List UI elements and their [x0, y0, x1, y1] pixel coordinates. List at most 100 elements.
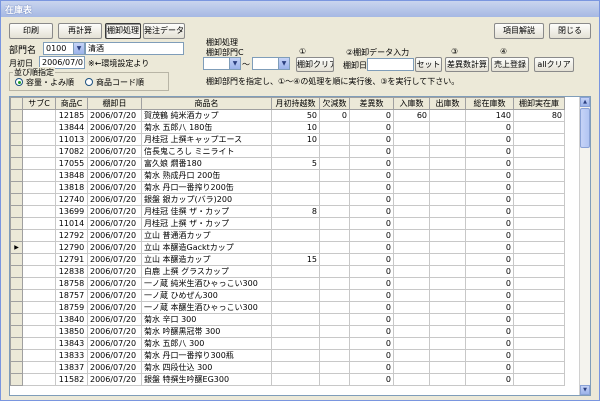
table-cell[interactable]	[429, 157, 466, 170]
table-cell[interactable]: 0	[465, 361, 514, 374]
column-header[interactable]: 出庫数	[429, 97, 466, 110]
table-cell[interactable]: 一ノ蔵 ひめぜん300	[141, 289, 272, 302]
table-cell[interactable]	[513, 133, 565, 146]
table-cell[interactable]: 13840	[55, 313, 88, 326]
table-cell[interactable]: 12838	[55, 265, 88, 278]
table-cell[interactable]	[22, 109, 56, 122]
table-row[interactable]: 13833 2006/07/20 菊水 丹口一番搾り300瓶 0 0	[10, 349, 565, 362]
table-cell[interactable]	[22, 205, 56, 218]
table-cell[interactable]: 菊水 五郎八 180缶	[141, 121, 272, 134]
inventory-grid[interactable]: サブC 商品C 棚卸日 商品名 月初持越数 欠減数 差異数 入庫数 出庫数 総在庫数 棚卸実在庫 1…	[9, 96, 591, 396]
table-cell[interactable]	[319, 145, 350, 158]
table-cell[interactable]: 0	[465, 157, 514, 170]
table-cell[interactable]: 0	[349, 241, 394, 254]
scroll-up-icon[interactable]: ▲	[580, 97, 590, 107]
table-cell[interactable]	[319, 169, 350, 182]
table-cell[interactable]	[271, 229, 320, 242]
table-cell[interactable]	[429, 337, 466, 350]
table-cell[interactable]	[22, 361, 56, 374]
table-cell[interactable]: 2006/07/20	[87, 289, 142, 302]
table-cell[interactable]: 0	[349, 133, 394, 146]
column-header[interactable]: 総在庫数	[465, 97, 514, 110]
table-cell[interactable]: 2006/07/20	[87, 301, 142, 314]
row-selector[interactable]	[10, 253, 23, 266]
table-cell[interactable]	[393, 133, 430, 146]
row-selector[interactable]	[10, 349, 23, 362]
table-cell[interactable]	[513, 373, 565, 386]
table-cell[interactable]: 0	[349, 325, 394, 338]
table-cell[interactable]: 0	[465, 313, 514, 326]
table-cell[interactable]: 13850	[55, 325, 88, 338]
table-cell[interactable]	[393, 361, 430, 374]
table-cell[interactable]	[22, 145, 56, 158]
table-cell[interactable]: 0	[349, 145, 394, 158]
column-header[interactable]: 差異数	[349, 97, 394, 110]
table-cell[interactable]: 17082	[55, 145, 88, 158]
table-cell[interactable]	[319, 313, 350, 326]
table-cell[interactable]: 12790	[55, 241, 88, 254]
table-row[interactable]: 18757 2006/07/20 一ノ蔵 ひめぜん300 0 0	[10, 289, 565, 302]
table-cell[interactable]	[429, 313, 466, 326]
column-header[interactable]: 月初持越数	[271, 97, 320, 110]
table-cell[interactable]: 菊水 五郎八 300	[141, 337, 272, 350]
chevron-down-icon[interactable]: ▼	[229, 58, 240, 69]
table-cell[interactable]	[319, 289, 350, 302]
table-cell[interactable]	[513, 325, 565, 338]
table-cell[interactable]	[429, 145, 466, 158]
row-selector[interactable]	[10, 121, 23, 134]
table-cell[interactable]	[22, 337, 56, 350]
column-header[interactable]: 欠減数	[319, 97, 350, 110]
sort-by-capacity-radio[interactable]	[15, 78, 23, 86]
table-cell[interactable]	[513, 241, 565, 254]
table-cell[interactable]	[22, 157, 56, 170]
table-cell[interactable]: 18759	[55, 301, 88, 314]
table-cell[interactable]	[319, 277, 350, 290]
table-cell[interactable]	[271, 349, 320, 362]
table-cell[interactable]: 2006/07/20	[87, 361, 142, 374]
table-cell[interactable]	[271, 289, 320, 302]
row-selector[interactable]	[10, 313, 23, 326]
table-cell[interactable]	[393, 253, 430, 266]
table-cell[interactable]: 銀盤 銀カップ(バラ)200	[141, 193, 272, 206]
table-cell[interactable]: 17055	[55, 157, 88, 170]
table-cell[interactable]	[513, 169, 565, 182]
table-cell[interactable]: 0	[349, 121, 394, 134]
table-cell[interactable]	[513, 349, 565, 362]
table-cell[interactable]: 0	[465, 277, 514, 290]
table-cell[interactable]	[393, 193, 430, 206]
table-cell[interactable]: 0	[349, 277, 394, 290]
dept-code-select[interactable]: 0100 ▼	[43, 42, 85, 55]
table-cell[interactable]: 2006/07/20	[87, 157, 142, 170]
table-cell[interactable]: 0	[349, 205, 394, 218]
table-cell[interactable]	[22, 325, 56, 338]
table-cell[interactable]	[271, 241, 320, 254]
table-row[interactable]: 12791 2006/07/20 立山 本醸造カップ 15 0 0	[10, 253, 565, 266]
table-cell[interactable]	[319, 253, 350, 266]
table-cell[interactable]: 0	[349, 193, 394, 206]
row-selector[interactable]	[10, 181, 23, 194]
table-cell[interactable]: 立山 本醸造カップ	[141, 253, 272, 266]
table-cell[interactable]: 10	[271, 121, 320, 134]
register-sales-button[interactable]: 売上登録	[491, 57, 529, 72]
table-row[interactable]: 18758 2006/07/20 一ノ蔵 純米生酒ひゃっこい300 0 0	[10, 277, 565, 290]
table-cell[interactable]: 50	[271, 109, 320, 122]
table-cell[interactable]	[429, 373, 466, 386]
table-cell[interactable]: 13833	[55, 349, 88, 362]
table-cell[interactable]	[22, 217, 56, 230]
table-cell[interactable]: 0	[465, 169, 514, 182]
table-cell[interactable]: 0	[465, 145, 514, 158]
row-selector[interactable]	[10, 265, 23, 278]
table-cell[interactable]	[393, 169, 430, 182]
diff-calc-button[interactable]: 差異数計算	[445, 57, 489, 72]
table-cell[interactable]: 0	[349, 361, 394, 374]
table-row[interactable]: ▶ 12790 2006/07/20 立山 本醸造Gacktカップ 0 0	[10, 241, 565, 254]
table-cell[interactable]	[319, 301, 350, 314]
table-cell[interactable]	[429, 169, 466, 182]
row-selector[interactable]	[10, 169, 23, 182]
stocktake-dept-from-select[interactable]: ▼	[203, 57, 241, 70]
table-cell[interactable]	[429, 241, 466, 254]
table-cell[interactable]: 2006/07/20	[87, 145, 142, 158]
column-header[interactable]: 商品C	[55, 97, 88, 110]
print-button[interactable]: 印刷	[9, 23, 53, 39]
table-cell[interactable]: 0	[465, 205, 514, 218]
